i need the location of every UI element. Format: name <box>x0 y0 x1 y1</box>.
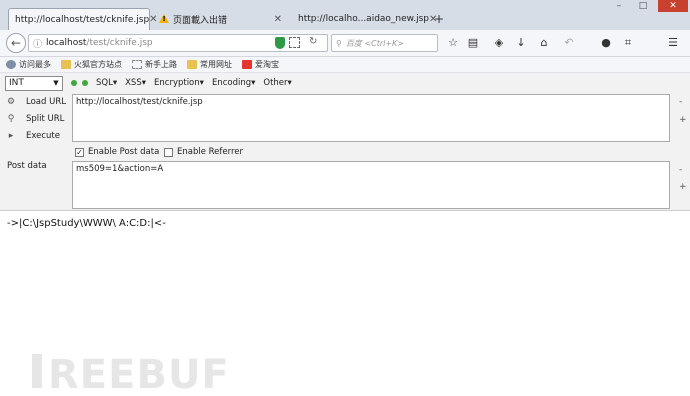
search-input[interactable]: ⚲ 百度 <Ctrl+K> <box>331 34 438 52</box>
post-option-label: Enable Post data <box>88 147 160 157</box>
undo-icon[interactable]: ↶ <box>562 36 576 49</box>
menu-label: SQL <box>96 78 113 88</box>
menu-xss[interactable]: XSS▾ <box>125 78 146 88</box>
enable-referrer-option[interactable]: Enable Referrer <box>164 147 243 157</box>
bookmark-label: 火狐官方站点 <box>74 60 122 69</box>
reading-list-icon[interactable]: ▤ <box>466 36 480 49</box>
play-icon: ▸ <box>8 131 14 141</box>
freebuf-watermark: REEBUF <box>32 352 230 396</box>
url-host: localhost <box>46 38 87 48</box>
folder-icon <box>187 60 197 69</box>
post-checkbox[interactable]: ✓ <box>75 147 84 157</box>
tab-label: 页面載入出错 <box>173 15 228 26</box>
bookmark-label: 爱淘宝 <box>255 60 279 69</box>
url-path: /test/cknife.jsp <box>86 38 153 48</box>
response-output: ->|C:\JspStudy\WWW\ A:C:D:|<- <box>7 218 166 229</box>
taobao-icon <box>242 60 252 69</box>
split-url-label: Split URL <box>26 114 65 124</box>
hackbar-panel: ⚙ Load URL ⚲ Split URL ▸ Execute http://… <box>0 93 690 211</box>
green-dot-icon[interactable] <box>82 80 88 86</box>
menu-label: Encoding <box>211 78 252 88</box>
increase-icon[interactable]: + <box>679 115 687 125</box>
warning-icon <box>159 14 169 24</box>
tab-cknife[interactable]: http://localhost/test/cknife.jsp ✕ <box>8 8 158 30</box>
navigation-bar: ← ⓘ localhost /test/cknife.jsp ↻ ⚲ 百度 <C… <box>0 30 690 57</box>
qr-code-icon[interactable] <box>289 37 300 48</box>
menu-label: Encryption <box>154 78 200 88</box>
close-tab-icon[interactable]: ✕ <box>274 14 282 25</box>
menu-other[interactable]: Other▾ <box>263 78 291 88</box>
bookmark-common-sites[interactable]: 常用网址 <box>187 59 232 70</box>
post-data-textarea[interactable]: ms509=1&action=A <box>72 161 670 209</box>
reload-icon[interactable]: ↻ <box>309 36 317 47</box>
increase-icon[interactable]: + <box>679 182 687 192</box>
address-bar[interactable]: ⓘ localhost /test/cknife.jsp ↻ <box>28 34 328 52</box>
execute-button[interactable]: ▸ Execute <box>6 131 60 141</box>
chat-icon[interactable]: ● <box>599 36 613 49</box>
bookmarks-bar: 访问最多 火狐官方站点 新手上路 常用网址 爱淘宝 <box>0 57 690 73</box>
folder-icon <box>61 60 71 69</box>
load-url-button[interactable]: ⚙ Load URL <box>6 97 66 107</box>
decrease-icon[interactable]: - <box>679 165 682 175</box>
menu-encoding[interactable]: Encoding▾ <box>212 78 255 88</box>
tab-strip: http://localhost/test/cknife.jsp ✕ 页面載入出… <box>0 0 690 30</box>
page-content: ->|C:\JspStudy\WWW\ A:C:D:|<- REEBUF <box>0 212 690 396</box>
chevron-down-icon: ▼ <box>53 79 59 87</box>
referrer-option-label: Enable Referrer <box>177 147 244 157</box>
tab-caidao[interactable]: http://localho...aidao_new.jsp ✕ <box>292 8 437 30</box>
tab-label: http://localhost/test/cknife.jsp <box>15 14 150 25</box>
minimize-button[interactable]: – <box>608 0 630 12</box>
bookmark-star-icon[interactable]: ☆ <box>446 36 460 49</box>
bookmark-label: 访问最多 <box>19 60 51 69</box>
load-url-label: Load URL <box>26 97 66 107</box>
tab-label: http://localho...aidao_new.jsp <box>298 14 429 24</box>
download-icon[interactable]: ↓ <box>514 36 528 49</box>
type-select[interactable]: INT ▼ <box>5 75 63 91</box>
watermark-text: REEBUF <box>48 352 230 396</box>
watermark-logo-icon <box>32 354 42 388</box>
info-icon[interactable]: ⓘ <box>33 37 42 50</box>
menu-label: XSS <box>125 78 142 88</box>
search-icon: ⚲ <box>336 38 342 48</box>
pocket-icon[interactable]: ◈ <box>492 36 506 49</box>
menu-label: Other <box>263 78 288 88</box>
page-icon <box>132 60 142 69</box>
split-url-icon: ⚲ <box>7 114 15 124</box>
maximize-button[interactable]: □ <box>632 0 654 12</box>
bookmark-firefox-site[interactable]: 火狐官方站点 <box>61 59 122 70</box>
referrer-checkbox[interactable] <box>164 147 173 157</box>
crop-icon[interactable]: ⌗ <box>621 36 635 50</box>
bookmark-getting-started[interactable]: 新手上路 <box>132 59 177 70</box>
enable-post-option[interactable]: ✓ Enable Post data <box>75 147 159 157</box>
post-data-label: Post data <box>7 161 47 171</box>
gear-icon <box>6 60 16 69</box>
new-tab-button[interactable]: + <box>434 12 444 26</box>
bookmark-taobao[interactable]: 爱淘宝 <box>242 59 279 70</box>
type-select-value: INT <box>9 78 24 88</box>
close-window-button[interactable]: ✕ <box>658 0 688 12</box>
back-button[interactable]: ← <box>6 33 26 53</box>
tab-error[interactable]: 页面載入出错 ✕ <box>153 8 288 30</box>
menu-icon[interactable]: ☰ <box>666 36 680 49</box>
home-icon[interactable]: ⌂ <box>537 36 551 49</box>
decrease-icon[interactable]: - <box>679 97 682 107</box>
search-placeholder: 百度 <Ctrl+K> <box>345 38 404 48</box>
green-dot-icon[interactable] <box>71 80 77 86</box>
load-url-icon: ⚙ <box>6 97 16 107</box>
execute-label: Execute <box>26 131 60 141</box>
bookmark-label: 新手上路 <box>145 60 177 69</box>
shield-icon[interactable] <box>275 37 285 49</box>
bookmark-most-visited[interactable]: 访问最多 <box>6 59 51 70</box>
hackbar-toolbar: INT ▼ SQL▾ XSS▾ Encryption▾ Encoding▾ Ot… <box>0 73 690 93</box>
menu-sql[interactable]: SQL▾ <box>96 78 117 88</box>
menu-encryption[interactable]: Encryption▾ <box>154 78 204 88</box>
split-url-button[interactable]: ⚲ Split URL <box>6 114 65 124</box>
bookmark-label: 常用网址 <box>200 60 232 69</box>
url-textarea[interactable]: http://localhost/test/cknife.jsp <box>72 94 670 142</box>
